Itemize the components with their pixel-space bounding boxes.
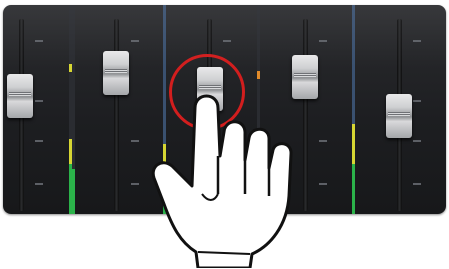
scale-mark bbox=[319, 183, 327, 185]
scale-mark bbox=[35, 140, 43, 142]
fader-track bbox=[303, 19, 308, 211]
scale-mark bbox=[223, 40, 231, 42]
meter-level bbox=[352, 164, 355, 214]
scale-mark bbox=[35, 40, 43, 42]
scale-mark bbox=[131, 183, 139, 185]
scale-mark bbox=[413, 100, 421, 102]
channel-strip bbox=[3, 5, 97, 214]
scale-mark bbox=[131, 140, 139, 142]
level-meter bbox=[352, 5, 355, 214]
scale-mark bbox=[413, 183, 421, 185]
scale-mark bbox=[413, 140, 421, 142]
scale-mark bbox=[35, 183, 43, 185]
channel-strip bbox=[379, 5, 446, 214]
pointing-hand-icon bbox=[151, 94, 293, 268]
level-meter bbox=[72, 5, 75, 214]
meter-level bbox=[72, 169, 75, 214]
scale-mark bbox=[319, 140, 327, 142]
fader-track bbox=[114, 19, 119, 211]
fader-knob[interactable] bbox=[386, 94, 412, 138]
scale-mark bbox=[131, 40, 139, 42]
fader-knob[interactable] bbox=[103, 51, 129, 95]
scale-mark bbox=[35, 100, 43, 102]
fader-knob[interactable] bbox=[7, 74, 33, 118]
scale-mark bbox=[319, 40, 327, 42]
scale-mark bbox=[413, 40, 421, 42]
